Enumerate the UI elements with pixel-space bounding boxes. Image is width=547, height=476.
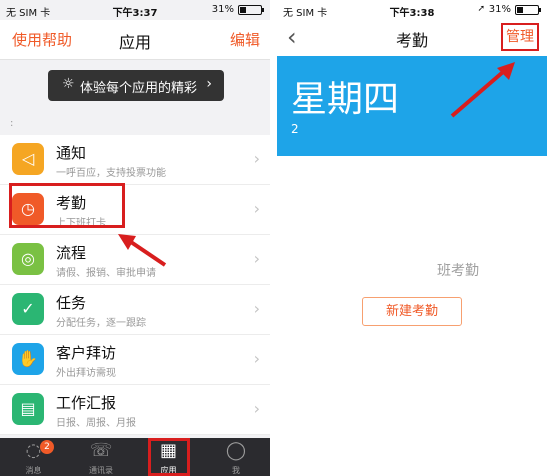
tab-label: 我 bbox=[232, 466, 240, 475]
manage-button[interactable]: 管理 bbox=[501, 23, 539, 51]
location-arrow-icon: ➚ bbox=[477, 4, 485, 14]
app-description: 一呼百应，支持投票功能 bbox=[56, 168, 166, 179]
report-icon-glyph: ▤ bbox=[20, 399, 36, 418]
unread-badge: 2 bbox=[40, 440, 54, 454]
tab-phone[interactable]: ☏ 通讯录 bbox=[68, 438, 135, 476]
check-icon: ✓ bbox=[12, 293, 44, 325]
app-name: 任务 bbox=[56, 294, 87, 312]
app-row[interactable]: ▤ 工作汇报日报、周报、月报 › bbox=[0, 385, 270, 435]
lightbulb-icon: ☼ bbox=[62, 76, 75, 92]
highlight-box-attendance bbox=[9, 183, 125, 228]
banner-area: ☼ 体验每个应用的精彩 › bbox=[0, 61, 270, 113]
phone-icon: ☏ bbox=[89, 440, 113, 461]
date-label: 2 bbox=[291, 122, 299, 136]
app-name: 工作汇报 bbox=[56, 394, 117, 412]
chat-icon: ◌ bbox=[25, 440, 42, 461]
app-row[interactable]: ✋ 客户拜访外出拜访需现 › bbox=[0, 335, 270, 385]
app-description: 外出拜访需现 bbox=[56, 368, 116, 379]
screen-divider bbox=[270, 0, 277, 476]
chevron-right-icon: › bbox=[253, 249, 260, 268]
section-header: : bbox=[0, 113, 270, 135]
date-header: 星期四 2 bbox=[277, 56, 547, 156]
banner-text: 体验每个应用的精彩 bbox=[80, 81, 198, 96]
app-name: 通知 bbox=[56, 144, 87, 162]
experience-banner-button[interactable]: ☼ 体验每个应用的精彩 › bbox=[48, 70, 224, 101]
weekday-label: 星期四 bbox=[291, 79, 400, 120]
new-attendance-button[interactable]: 新建考勤 bbox=[362, 297, 462, 326]
flow-icon-glyph: ◎ bbox=[21, 249, 35, 268]
tab-label: 消息 bbox=[25, 466, 42, 475]
tab-bar: ◌ 消息 2 ☏ 通讯录 ▦ 应用 ◯ 我 bbox=[0, 438, 270, 476]
chevron-right-icon: › bbox=[206, 76, 212, 92]
person-icon: ◯ bbox=[225, 440, 247, 461]
battery-percent: 31% bbox=[211, 4, 234, 15]
chevron-right-icon: › bbox=[253, 149, 260, 168]
report-icon: ▤ bbox=[12, 393, 44, 425]
nav-bar: ‹ 考勤 管理 bbox=[277, 20, 547, 56]
tab-label: 通讯录 bbox=[89, 466, 113, 475]
check-icon-glyph: ✓ bbox=[21, 299, 35, 318]
app-name: 客户拜访 bbox=[56, 344, 117, 362]
app-description: 日报、周报、月报 bbox=[56, 418, 136, 429]
speaker-icon-glyph: ◁ bbox=[21, 149, 35, 168]
app-list: ◁ 通知 一呼百应，支持投票功能 › ◷ 考勤 上下班打卡 › ◎ 流程 请假、报销、审批申请 › ✓ 任… bbox=[0, 135, 270, 435]
app-row[interactable]: ◁ 通知一呼百应，支持投票功能 › bbox=[0, 135, 270, 185]
right-phone-screen: 无 SIM 卡 下午3:38 ➚ 31% ‹ 考勤 管理 星期四 2 班考勤 新… bbox=[277, 0, 547, 476]
speaker-icon: ◁ bbox=[12, 143, 44, 175]
left-phone-screen: 无 SIM 卡 下午3:37 31% 使用帮助 应用 编辑 ☼ 体验每个应用的精… bbox=[0, 0, 270, 476]
battery-icon bbox=[515, 5, 541, 15]
app-description: 分配任务，逐一跟踪 bbox=[56, 318, 146, 329]
empty-state-text: 班考勤 bbox=[437, 263, 479, 279]
battery-percent: 31% bbox=[488, 4, 511, 15]
chevron-right-icon: › bbox=[253, 299, 260, 318]
status-bar: 无 SIM 卡 下午3:37 31% bbox=[0, 0, 270, 20]
app-description: 请假、报销、审批申请 bbox=[56, 268, 156, 279]
battery-icon bbox=[238, 5, 264, 15]
chevron-right-icon: › bbox=[253, 199, 260, 218]
highlight-box-apps-tab bbox=[148, 438, 190, 476]
app-name: 流程 bbox=[56, 244, 87, 262]
handshake-icon-glyph: ✋ bbox=[18, 349, 38, 368]
app-row[interactable]: ✓ 任务分配任务，逐一跟踪 › bbox=[0, 285, 270, 335]
status-bar: 无 SIM 卡 下午3:38 ➚ 31% bbox=[277, 0, 547, 20]
nav-bar: 使用帮助 应用 编辑 bbox=[0, 20, 270, 60]
chevron-right-icon: › bbox=[253, 399, 260, 418]
tab-person[interactable]: ◯ 我 bbox=[203, 438, 270, 476]
app-row[interactable]: ◎ 流程请假、报销、审批申请 › bbox=[0, 235, 270, 285]
edit-button[interactable]: 编辑 bbox=[230, 29, 260, 50]
flow-icon: ◎ bbox=[12, 243, 44, 275]
chevron-right-icon: › bbox=[253, 349, 260, 368]
tab-chat[interactable]: ◌ 消息 2 bbox=[0, 438, 67, 476]
handshake-icon: ✋ bbox=[12, 343, 44, 375]
